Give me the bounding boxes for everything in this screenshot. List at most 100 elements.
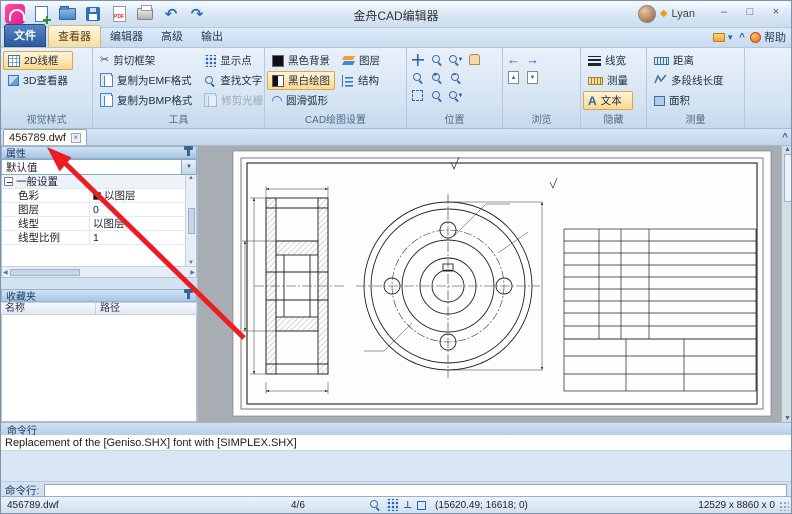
cad-drawing[interactable] <box>198 146 781 422</box>
redo-button[interactable]: ↷ <box>185 3 209 25</box>
color-swatch <box>93 192 101 200</box>
open-file-button[interactable] <box>55 3 79 25</box>
bw-drawing-button[interactable]: 黑白绘图 <box>267 71 335 90</box>
tab-output[interactable]: 输出 <box>192 26 232 47</box>
dropdown-button[interactable]: ▼ <box>181 160 196 174</box>
tab-file[interactable]: 文件 <box>4 24 46 47</box>
scroll-right-icon[interactable]: ▶ <box>190 269 195 276</box>
distance-button[interactable]: 距离 <box>649 51 729 70</box>
tab-advanced[interactable]: 高级 <box>152 26 192 47</box>
property-row-linetype-scale[interactable]: 线型比例 1 <box>2 231 196 245</box>
quick-access-dropdown-button[interactable]: ▼ <box>713 33 734 42</box>
command-history-area[interactable] <box>1 451 791 481</box>
structure-tree-icon <box>342 75 354 87</box>
crop-frame-button[interactable]: ✂ 剪切框架 <box>95 51 197 70</box>
save-button[interactable] <box>81 3 105 25</box>
show-points-button[interactable]: 显示点 <box>199 51 268 70</box>
smooth-arc-button[interactable]: 圆滑弧形 <box>267 91 335 110</box>
resize-grip[interactable] <box>779 501 789 511</box>
pan-button[interactable] <box>409 51 426 68</box>
undo-button[interactable]: ↶ <box>159 3 183 25</box>
collapse-panel-button[interactable]: ^ <box>782 132 788 145</box>
status-osnap-icon[interactable] <box>417 501 426 510</box>
save-icon <box>86 7 100 21</box>
zoom-out-button[interactable]: − <box>447 69 464 86</box>
scroll-down-icon[interactable]: ▼ <box>784 415 791 422</box>
hand-tool-button[interactable] <box>466 51 483 68</box>
favorites-col-path[interactable]: 路径 <box>96 302 197 315</box>
scroll-left-icon[interactable]: ◀ <box>3 269 8 276</box>
next-sheet-icon: ▼ <box>527 71 538 84</box>
scroll-thumb[interactable] <box>784 154 792 202</box>
copy-emf-button[interactable]: 复制为EMF格式 <box>95 71 197 90</box>
tab-editor[interactable]: 编辑器 <box>101 26 152 47</box>
hand-icon <box>469 54 480 65</box>
area-button[interactable]: 面积 <box>649 91 729 110</box>
pin-icon[interactable] <box>187 149 190 156</box>
minimize-button[interactable]: – <box>711 3 737 21</box>
text-toggle-button[interactable]: A 文本 <box>583 91 633 110</box>
view-back-button[interactable]: ← <box>505 51 522 68</box>
zoom-all-button[interactable]: ▼ <box>447 87 464 104</box>
property-grid-vscrollbar[interactable]: ▲ ▼ <box>185 175 196 266</box>
zoom-previous-button[interactable] <box>428 87 445 104</box>
close-button[interactable]: × <box>763 3 789 21</box>
maximize-button[interactable]: □ <box>737 3 763 21</box>
viewer-3d-button[interactable]: 3D查看器 <box>3 71 73 90</box>
status-zoom-icon[interactable] <box>369 499 381 511</box>
document-tab-close-icon[interactable]: × <box>71 133 81 143</box>
black-background-button[interactable]: 黑色背景 <box>267 51 335 70</box>
canvas-vscrollbar[interactable]: ▲ ▼ <box>781 146 792 422</box>
zoom-in-button[interactable]: + <box>428 69 445 86</box>
zoom-extents-button[interactable] <box>409 87 426 104</box>
property-group-row[interactable]: 一般设置 <box>2 175 196 189</box>
line-width-button[interactable]: 线宽 <box>583 51 633 70</box>
view-forward-button[interactable]: → <box>524 51 541 68</box>
print-button[interactable] <box>133 3 157 25</box>
collapse-ribbon-button[interactable]: ^ <box>739 32 745 43</box>
favorites-col-name[interactable]: 名称 <box>1 302 96 315</box>
drawing-canvas[interactable]: ▲ ▼ <box>198 146 792 422</box>
printer-icon <box>137 8 153 20</box>
scroll-up-icon[interactable]: ▲ <box>784 146 791 153</box>
user-account[interactable]: ◆ Lyan <box>638 5 695 23</box>
property-row-layer[interactable]: 图层 0 <box>2 203 196 217</box>
scroll-thumb[interactable] <box>10 269 80 276</box>
property-row-linetype[interactable]: 线型 以图层 <box>2 217 196 231</box>
favorites-list[interactable] <box>1 315 197 422</box>
next-sheet-button[interactable]: ▼ <box>524 69 541 86</box>
wireframe-2d-button[interactable]: 2D线框 <box>3 51 73 70</box>
vip-gem-icon: ◆ <box>660 9 668 19</box>
property-grid-hscrollbar[interactable]: ◀ ▶ <box>2 266 196 277</box>
find-text-button[interactable]: 查找文字 <box>199 71 268 90</box>
preset-dropdown[interactable]: 默认值 ▼ <box>1 159 197 175</box>
ribbon-group-cad-settings: 黑色背景 黑白绘图 圆滑弧形 图层 <box>265 48 407 128</box>
status-grid-snap-icon[interactable] <box>386 499 398 511</box>
scroll-thumb[interactable] <box>188 208 195 234</box>
app-logo-icon <box>5 4 25 24</box>
status-ortho-icon[interactable]: ⊥ <box>403 500 412 511</box>
scroll-up-icon[interactable]: ▲ <box>188 175 194 181</box>
document-tab[interactable]: 456789.dwf × <box>3 129 87 145</box>
pin-icon[interactable] <box>187 292 190 299</box>
new-file-icon <box>35 6 48 22</box>
zoom-menu-button[interactable]: ▼ <box>447 51 464 68</box>
polyline-length-button[interactable]: 多段线长度 <box>649 71 729 90</box>
previous-sheet-button[interactable]: ▲ <box>505 69 522 86</box>
copy-bmp-button[interactable]: 复制为BMP格式 <box>95 91 197 110</box>
layers-button[interactable]: 图层 <box>337 51 385 70</box>
zoom-all-icon <box>448 90 460 102</box>
structure-button[interactable]: 结构 <box>337 71 385 90</box>
redo-icon: ↷ <box>191 7 204 22</box>
tab-viewer[interactable]: 查看器 <box>48 25 101 47</box>
export-pdf-button[interactable]: PDF <box>107 3 131 25</box>
measure-toggle-button[interactable]: 测量 <box>583 71 633 90</box>
collapse-box-icon[interactable] <box>4 177 13 186</box>
zoom-window-button[interactable] <box>428 51 445 68</box>
help-button[interactable]: 帮助 <box>750 29 788 45</box>
plus-badge-icon <box>43 16 51 24</box>
zoom-rect-button[interactable] <box>409 69 426 86</box>
property-row-color[interactable]: 色彩 以图层 <box>2 189 196 203</box>
command-input[interactable] <box>44 484 787 497</box>
new-file-button[interactable] <box>29 3 53 25</box>
